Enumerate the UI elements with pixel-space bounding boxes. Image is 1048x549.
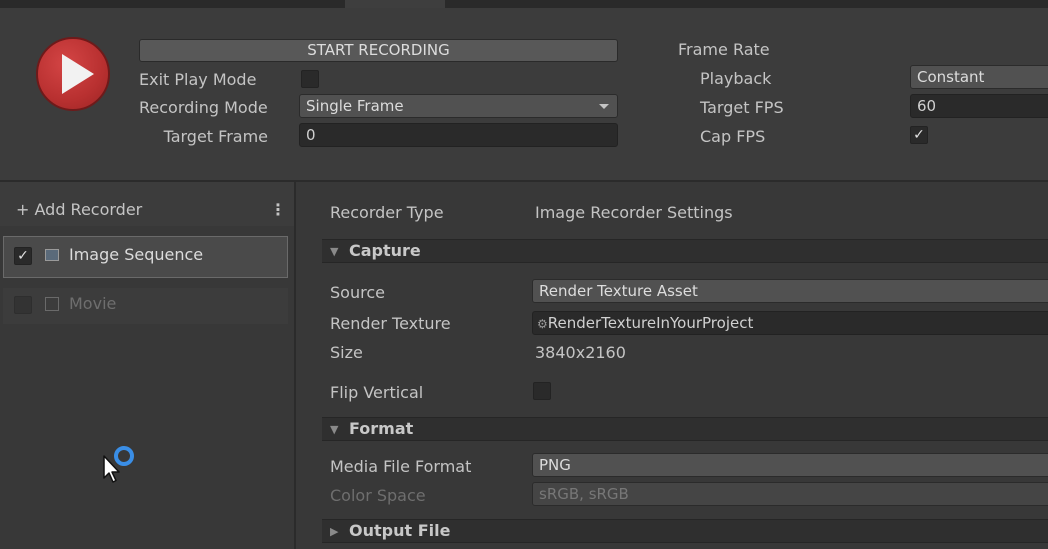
playback-dropdown[interactable]: Constant <box>910 65 1048 89</box>
size-label: Size <box>330 343 363 362</box>
color-space-label: Color Space <box>330 486 426 505</box>
render-texture-value: RenderTextureInYourProject <box>547 314 754 332</box>
foldout-collapsed-icon: ▶ <box>330 525 339 538</box>
output-file-section-title: Output File <box>349 521 451 540</box>
format-section-header[interactable]: ▼ Format <box>322 417 1048 441</box>
busy-spinner-icon <box>114 446 134 466</box>
foldout-expanded-icon: ▼ <box>330 423 339 436</box>
media-file-format-dropdown[interactable]: PNG <box>532 453 1048 477</box>
recording-mode-dropdown[interactable]: Single Frame <box>299 94 618 118</box>
cap-fps-label: Cap FPS <box>700 127 766 146</box>
source-dropdown[interactable]: Render Texture Asset <box>532 279 1048 303</box>
playback-value: Constant <box>917 68 985 86</box>
flip-vertical-label: Flip Vertical <box>330 383 424 402</box>
cap-fps-checkbox[interactable]: ✓ <box>910 126 928 144</box>
chevron-down-icon <box>599 104 609 109</box>
size-value: 3840x2160 <box>535 343 626 362</box>
source-value: Render Texture Asset <box>539 282 698 300</box>
record-play-button[interactable] <box>36 37 110 111</box>
render-texture-field[interactable]: ⚙RenderTextureInYourProject <box>532 311 1048 335</box>
output-file-section-header[interactable]: ▶ Output File <box>322 519 1048 543</box>
exit-play-mode-checkbox[interactable] <box>301 70 319 88</box>
media-file-format-value: PNG <box>539 456 571 474</box>
capture-section-header[interactable]: ▼ Capture <box>322 239 1048 263</box>
render-texture-label: Render Texture <box>330 314 451 333</box>
color-space-dropdown: sRGB, sRGB <box>532 482 1048 506</box>
media-file-format-label: Media File Format <box>330 457 472 476</box>
add-recorder-button[interactable]: + Add Recorder <box>16 200 142 220</box>
start-recording-button[interactable]: START RECORDING <box>139 39 618 62</box>
active-tab[interactable] <box>345 0 445 8</box>
recording-mode-label: Recording Mode <box>139 98 268 117</box>
recorder-type-label: Recorder Type <box>330 203 444 222</box>
recorder-type-value: Image Recorder Settings <box>535 203 733 222</box>
image-sequence-label: Image Sequence <box>69 245 204 264</box>
more-options-icon[interactable]: ⋮ <box>270 200 286 220</box>
format-section-title: Format <box>349 419 414 438</box>
source-label: Source <box>330 283 385 302</box>
render-texture-icon: ⚙ <box>537 317 548 331</box>
panel-divider <box>294 182 296 549</box>
movie-label: Movie <box>69 294 117 313</box>
target-frame-label: Target Frame <box>163 127 268 146</box>
target-frame-field[interactable]: 0 <box>299 123 618 147</box>
frame-rate-label: Frame Rate <box>678 40 770 59</box>
flip-vertical-checkbox[interactable] <box>533 382 551 400</box>
target-fps-field[interactable]: 60 <box>910 94 1048 118</box>
color-space-value: sRGB, sRGB <box>539 485 629 503</box>
playback-label: Playback <box>700 69 772 88</box>
capture-section-title: Capture <box>349 241 421 260</box>
movie-enabled-checkbox[interactable] <box>14 296 32 314</box>
window-tab-strip <box>0 0 1048 8</box>
play-icon <box>62 54 94 94</box>
exit-play-mode-label: Exit Play Mode <box>139 70 257 89</box>
image-sequence-enabled-checkbox[interactable]: ✓ <box>14 247 32 265</box>
image-icon <box>45 249 59 261</box>
target-fps-label: Target FPS <box>700 98 784 117</box>
foldout-expanded-icon: ▼ <box>330 245 339 258</box>
film-icon <box>45 297 59 311</box>
recording-mode-value: Single Frame <box>306 97 404 115</box>
